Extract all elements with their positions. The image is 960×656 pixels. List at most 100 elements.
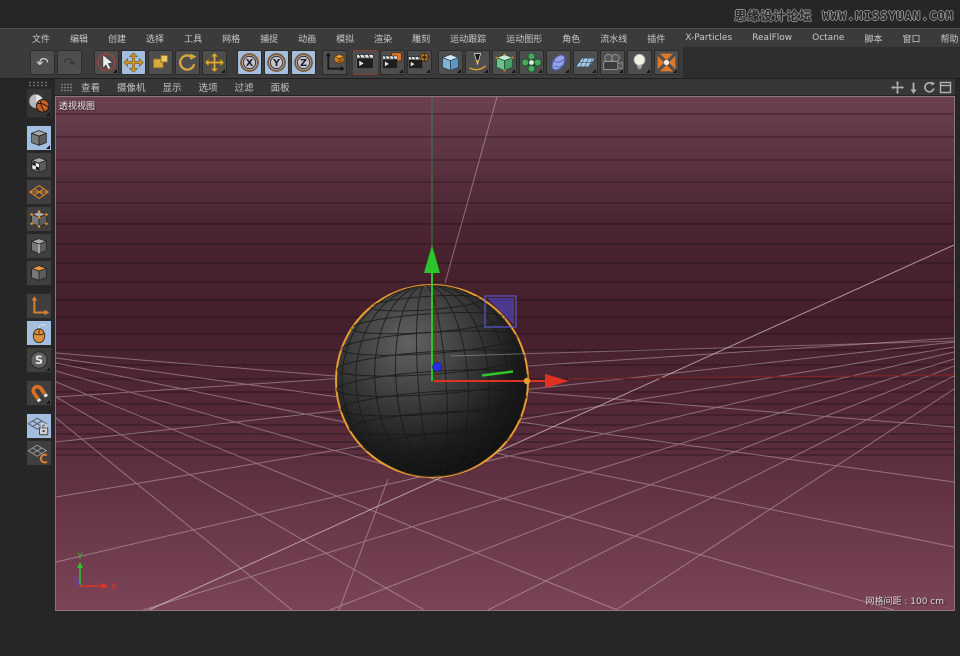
- texture-mode-button[interactable]: [26, 152, 52, 178]
- menu-select[interactable]: 选择: [146, 32, 164, 45]
- viewport-menubar: 查看 摄像机 显示 选项 过滤 面板: [55, 79, 955, 96]
- primitive-cube-button[interactable]: [438, 50, 463, 75]
- edges-mode-button[interactable]: [26, 233, 52, 259]
- x-axis-lock-button[interactable]: X: [237, 50, 262, 75]
- watermark-site-name: 思缘设计论坛: [734, 7, 812, 24]
- live-selection-button[interactable]: [94, 50, 119, 75]
- planar-workplane-button[interactable]: [26, 440, 52, 466]
- grid-line-over-sphere: [451, 341, 954, 356]
- y-axis-lock-button[interactable]: Y: [264, 50, 289, 75]
- menu-snap[interactable]: 捕捉: [260, 32, 278, 45]
- axis-y-label: Y: [76, 552, 83, 562]
- points-mode-button[interactable]: [26, 206, 52, 232]
- menu-animate[interactable]: 动画: [298, 32, 316, 45]
- menu-edit[interactable]: 编辑: [70, 32, 88, 45]
- vp-menu-view[interactable]: 查看: [81, 80, 100, 94]
- menu-window[interactable]: 窗口: [902, 32, 920, 45]
- palette-grip[interactable]: [28, 81, 48, 87]
- axis-x-label: X: [111, 583, 117, 593]
- workplane-mode-button[interactable]: [26, 179, 52, 205]
- undo-button[interactable]: ↶: [30, 50, 55, 75]
- toggle-view-icon: [939, 81, 952, 94]
- mograph-button[interactable]: [519, 50, 544, 75]
- render-picture-viewer-button[interactable]: [380, 50, 405, 75]
- mograph-icon: [520, 50, 543, 75]
- menubar: 文件 编辑 创建 选择 工具 网格 捕捉 动画 模拟 渲染 雕刻 运动跟踪 运动…: [0, 28, 960, 47]
- menu-realflow[interactable]: RealFlow: [752, 33, 792, 43]
- make-editable-button[interactable]: [26, 88, 52, 118]
- menu-mesh[interactable]: 网格: [222, 32, 240, 45]
- last-used-tool-button[interactable]: [202, 50, 227, 75]
- menu-script[interactable]: 脚本: [864, 32, 882, 45]
- z-axis-lock-button[interactable]: Z: [291, 50, 316, 75]
- vp-menu-options[interactable]: 选项: [199, 80, 218, 94]
- rotate-tool-button[interactable]: [175, 50, 200, 75]
- viewport-scene: Y X: [56, 97, 954, 610]
- tweak-mode-button[interactable]: [26, 320, 52, 346]
- pan-view-button[interactable]: [891, 81, 904, 94]
- vp-menu-filter[interactable]: 过滤: [235, 80, 254, 94]
- lock-workplane-icon: [27, 414, 51, 438]
- spline-pen-button[interactable]: [465, 50, 490, 75]
- toggle-view-button[interactable]: [939, 81, 952, 94]
- viewport-solo-button[interactable]: S: [26, 347, 52, 373]
- enable-axis-button[interactable]: [26, 293, 52, 319]
- menu-motion-tracker[interactable]: 运动跟踪: [450, 32, 486, 45]
- coordinate-system-button[interactable]: [322, 50, 347, 75]
- menu-character[interactable]: 角色: [562, 32, 580, 45]
- gizmo-z-axis-dot[interactable]: [433, 363, 442, 372]
- camera-icon: [601, 50, 624, 75]
- pan-view-icon: [891, 81, 904, 94]
- zoom-view-button[interactable]: [907, 81, 920, 94]
- render-view-button[interactable]: [353, 50, 378, 75]
- texture-mode-icon: [27, 153, 51, 177]
- viewport-canvas[interactable]: Y X 透视视图 网格间距 : 100 cm: [55, 96, 955, 611]
- zoom-view-icon: [907, 81, 920, 94]
- render-settings-button[interactable]: [407, 50, 432, 75]
- light-button[interactable]: [627, 50, 652, 75]
- scale-tool-button[interactable]: [148, 50, 173, 75]
- vp-menu-cameras[interactable]: 摄像机: [117, 80, 146, 94]
- menu-simulate[interactable]: 模拟: [336, 32, 354, 45]
- viewport-controls: [891, 81, 952, 94]
- svg-text:Y: Y: [272, 58, 281, 69]
- environment-floor-button[interactable]: [573, 50, 598, 75]
- viewport-solo-icon: S: [27, 348, 51, 372]
- camera-button[interactable]: [600, 50, 625, 75]
- tweak-mode-icon: [27, 321, 51, 345]
- polygons-mode-button[interactable]: [26, 260, 52, 286]
- panel-grid-icon[interactable]: [60, 83, 74, 93]
- lock-workplane-button[interactable]: [26, 413, 52, 439]
- undo-icon: ↶: [31, 50, 54, 75]
- planar-workplane-icon: [27, 441, 51, 465]
- live-selection-icon: [95, 50, 118, 75]
- model-mode-button[interactable]: [26, 125, 52, 151]
- menu-sculpt[interactable]: 雕刻: [412, 32, 430, 45]
- vp-menu-display[interactable]: 显示: [163, 80, 182, 94]
- menu-help[interactable]: 帮助: [940, 32, 958, 45]
- menu-create[interactable]: 创建: [108, 32, 126, 45]
- toolbar-strip: ↶ ↷ X Y: [0, 47, 683, 78]
- move-tool-button[interactable]: [121, 50, 146, 75]
- menu-plugins[interactable]: 插件: [647, 32, 665, 45]
- menu-tools[interactable]: 工具: [184, 32, 202, 45]
- y-axis-lock-icon: Y: [265, 50, 288, 75]
- octane-button[interactable]: [654, 50, 679, 75]
- radius-handle[interactable]: [524, 378, 530, 384]
- primitive-cube-icon: [439, 50, 462, 75]
- coordinate-system-icon: [323, 50, 346, 75]
- menu-pipeline[interactable]: 流水线: [600, 32, 627, 45]
- subdivision-surface-button[interactable]: [492, 50, 517, 75]
- menu-render[interactable]: 渲染: [374, 32, 392, 45]
- snap-button[interactable]: [26, 380, 52, 406]
- vp-menu-panel[interactable]: 面板: [271, 80, 290, 94]
- menu-xparticles[interactable]: X-Particles: [685, 33, 732, 43]
- rotate-view-button[interactable]: [923, 81, 936, 94]
- menu-file[interactable]: 文件: [32, 32, 50, 45]
- edges-mode-icon: [27, 234, 51, 258]
- deformer-button[interactable]: [546, 50, 571, 75]
- menu-octane[interactable]: Octane: [812, 33, 844, 43]
- viewport-panel: 查看 摄像机 显示 选项 过滤 面板: [55, 79, 955, 611]
- octane-icon: [655, 50, 678, 75]
- menu-mograph[interactable]: 运动图形: [506, 32, 542, 45]
